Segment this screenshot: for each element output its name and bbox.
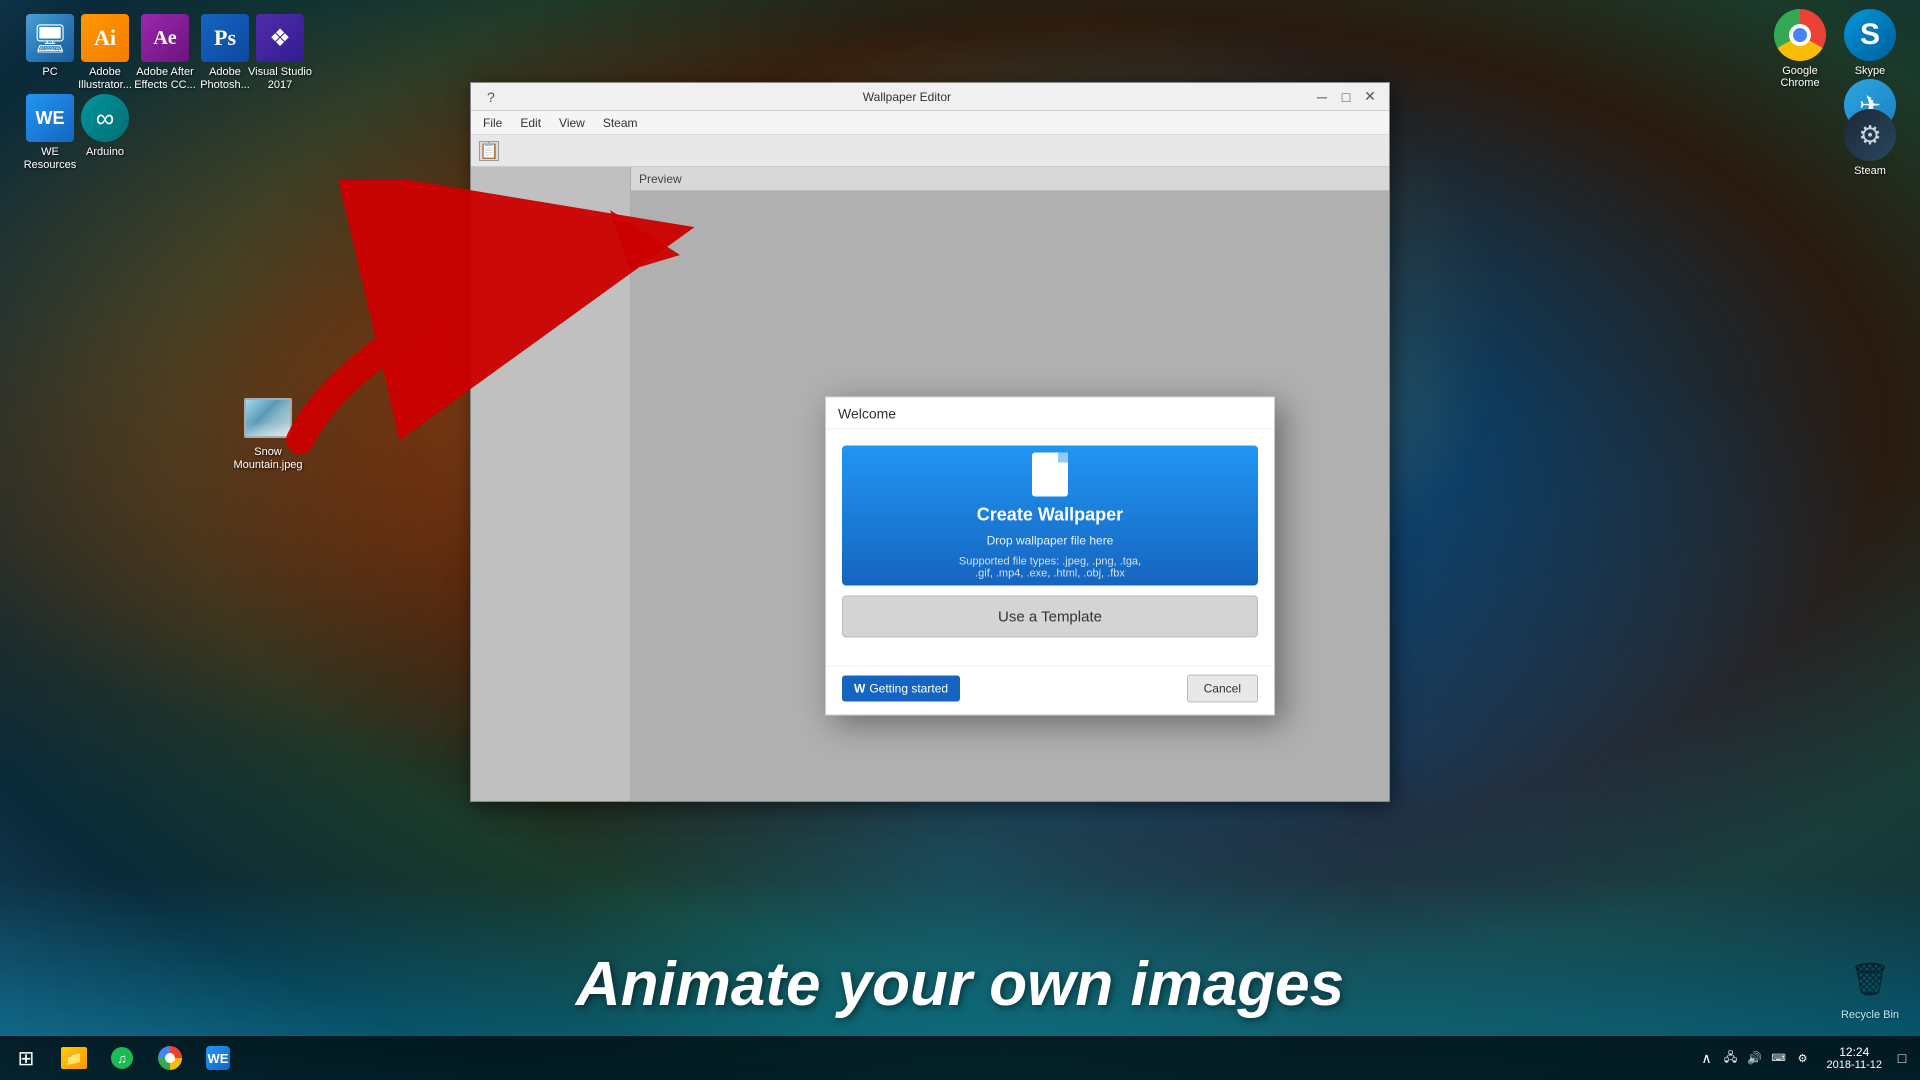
tray-arrow[interactable]: ∧ bbox=[1697, 1048, 1717, 1068]
desktop-icon-chrome[interactable]: Google Chrome bbox=[1760, 5, 1840, 93]
tray-volume[interactable]: 🔊 bbox=[1745, 1048, 1765, 1068]
we-help-btn[interactable]: ? bbox=[479, 89, 503, 105]
we-menu-edit[interactable]: Edit bbox=[512, 114, 549, 132]
bottom-text: Animate your own images bbox=[0, 949, 1920, 1020]
drop-text: Drop wallpaper file here bbox=[987, 533, 1114, 547]
taskbar-wallpaper-engine[interactable]: WE bbox=[196, 1036, 240, 1080]
we-toolbar: 📋 bbox=[471, 135, 1389, 167]
spotify-taskbar-icon: ♫ bbox=[111, 1047, 133, 1069]
clock-time: 12:24 bbox=[1839, 1045, 1869, 1059]
taskbar-chrome[interactable] bbox=[148, 1036, 192, 1080]
we-titlebar: ? Wallpaper Editor ─ □ ✕ bbox=[471, 83, 1389, 111]
we-preview-label: Preview bbox=[631, 167, 1389, 191]
we-window-controls: ─ □ ✕ bbox=[1311, 87, 1381, 107]
clock-date: 2018-11-12 bbox=[1827, 1059, 1882, 1071]
we-taskbar-icon: WE bbox=[206, 1046, 230, 1070]
taskbar-right: ∧ 🖧 🔊 ⌨ ⚙ 12:24 2018-11-12 □ bbox=[1697, 1045, 1920, 1071]
taskbar-file-explorer[interactable]: 📁 bbox=[52, 1036, 96, 1080]
w-icon: W bbox=[854, 681, 865, 695]
taskbar-left: ⊞ 📁 ♫ WE bbox=[0, 1036, 240, 1080]
desktop-icon-recycle-bin[interactable]: 🗑 Recycle Bin bbox=[1830, 949, 1910, 1025]
desktop-icon-vstudio[interactable]: ❖ Visual Studio 2017 bbox=[240, 10, 320, 96]
clock-area[interactable]: 12:24 2018-11-12 bbox=[1819, 1045, 1890, 1071]
getting-started-label: Getting started bbox=[869, 681, 948, 695]
we-minimize-btn[interactable]: ─ bbox=[1311, 87, 1333, 107]
desktop-icon-arduino[interactable]: ∞ Arduino bbox=[65, 90, 145, 163]
welcome-dialog: Welcome Create Wallpaper Drop wallpaper … bbox=[825, 396, 1275, 715]
tray-network[interactable]: 🖧 bbox=[1721, 1048, 1741, 1068]
chrome-taskbar-icon bbox=[158, 1046, 182, 1070]
cancel-button[interactable]: Cancel bbox=[1187, 674, 1258, 702]
create-wallpaper-button[interactable]: Create Wallpaper Drop wallpaper file her… bbox=[842, 445, 1258, 585]
getting-started-button[interactable]: W Getting started bbox=[842, 675, 960, 701]
we-menubar: File Edit View Steam bbox=[471, 111, 1389, 135]
we-menu-view[interactable]: View bbox=[551, 114, 593, 132]
desktop: 🖥 PC Ai Adobe Illustrator... Ae Adobe Af… bbox=[0, 0, 1920, 1080]
supported-types: Supported file types: .jpeg, .png, .tga,… bbox=[959, 555, 1141, 579]
we-menu-file[interactable]: File bbox=[475, 114, 510, 132]
we-window-title: Wallpaper Editor bbox=[503, 90, 1311, 104]
desktop-icon-snow-mountain[interactable]: Snow Mountain.jpeg bbox=[228, 390, 308, 476]
welcome-titlebar: Welcome bbox=[826, 397, 1274, 429]
welcome-title: Welcome bbox=[838, 405, 896, 421]
welcome-body: Create Wallpaper Drop wallpaper file her… bbox=[826, 429, 1274, 665]
we-toolbar-icon[interactable]: 📋 bbox=[479, 141, 499, 161]
tray-extra[interactable]: ⚙ bbox=[1793, 1048, 1813, 1068]
we-maximize-btn[interactable]: □ bbox=[1335, 87, 1357, 107]
desktop-icon-skype[interactable]: S Skype bbox=[1830, 5, 1910, 81]
we-sidebar bbox=[471, 167, 631, 801]
file-doc-icon bbox=[1032, 452, 1068, 496]
welcome-footer: W Getting started Cancel bbox=[826, 665, 1274, 714]
use-template-button[interactable]: Use a Template bbox=[842, 595, 1258, 637]
start-button[interactable]: ⊞ bbox=[4, 1036, 48, 1080]
system-tray: ∧ 🖧 🔊 ⌨ ⚙ bbox=[1697, 1048, 1813, 1068]
desktop-icon-steam[interactable]: ⚙ Steam bbox=[1830, 105, 1910, 181]
taskbar: ⊞ 📁 ♫ WE ∧ 🖧 🔊 ⌨ bbox=[0, 1036, 1920, 1080]
tray-keyboard[interactable]: ⌨ bbox=[1769, 1048, 1789, 1068]
we-menu-steam[interactable]: Steam bbox=[595, 114, 646, 132]
we-close-btn[interactable]: ✕ bbox=[1359, 87, 1381, 107]
create-wallpaper-label: Create Wallpaper bbox=[977, 504, 1123, 525]
taskbar-spotify[interactable]: ♫ bbox=[100, 1036, 144, 1080]
action-center[interactable]: □ bbox=[1892, 1048, 1912, 1068]
